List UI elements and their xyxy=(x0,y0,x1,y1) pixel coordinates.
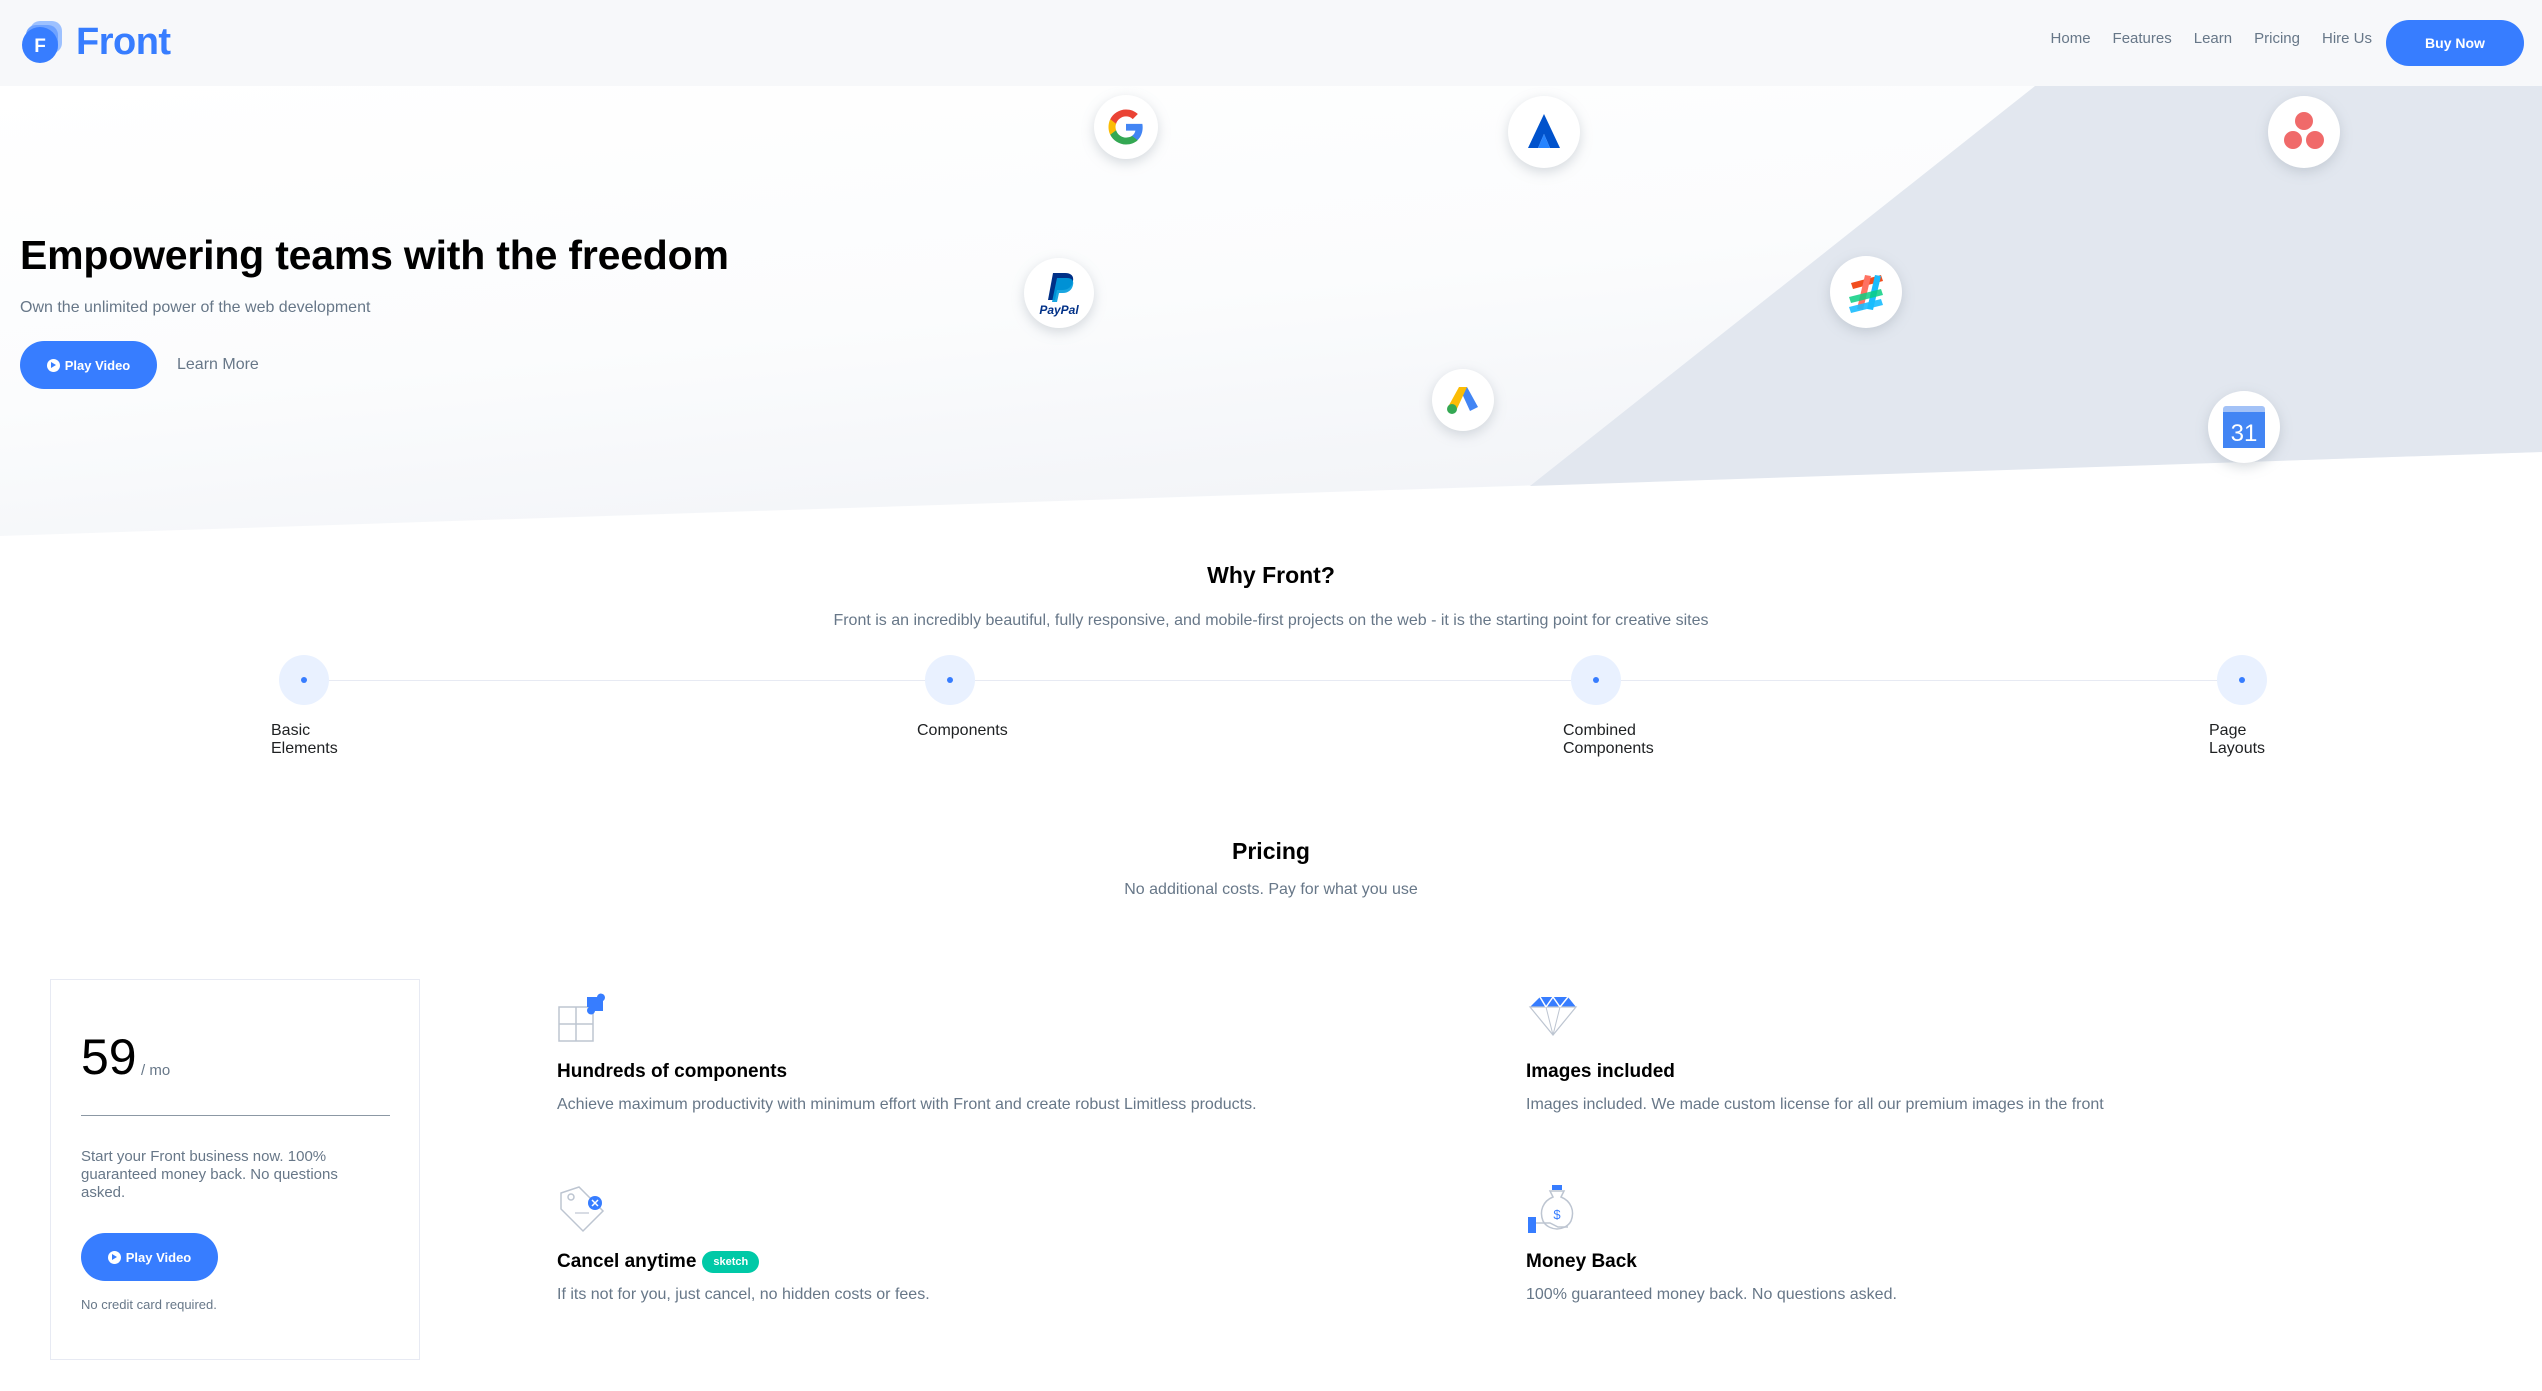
puzzle-icon xyxy=(557,993,613,1049)
svg-text:F: F xyxy=(34,36,46,57)
price-description: Start your Front business now. 100% guar… xyxy=(81,1148,338,1201)
brand-logo[interactable]: F Front xyxy=(20,18,171,66)
step-components[interactable]: Components xyxy=(917,655,1008,739)
hero-section: Empowering teams with the freedom Own th… xyxy=(0,86,2542,536)
why-front-subtitle: Front is an incredibly beautiful, fully … xyxy=(833,612,1709,629)
buy-now-button[interactable]: Buy Now xyxy=(2386,20,2524,66)
price-period: / mo xyxy=(141,1062,171,1079)
step-label: Components xyxy=(917,722,1008,739)
feature-description: 100% guaranteed money back. No questions… xyxy=(1526,1286,1897,1303)
step-dot-icon xyxy=(279,655,329,705)
site-header: F Front Home Features Learn Pricing Hire… xyxy=(0,0,2542,86)
pricing-play-video-button[interactable]: Play Video xyxy=(81,1233,218,1281)
google-calendar-icon: 31 xyxy=(2208,391,2280,463)
feature-cancel-anytime: Cancel anytime sketch If its not for you… xyxy=(557,1183,930,1304)
money-bag-icon: $ xyxy=(1526,1183,1582,1239)
feature-money-back: $ Money Back 100% guaranteed money back.… xyxy=(1526,1183,1897,1304)
feature-components: Hundreds of components Achieve maximum p… xyxy=(557,993,1257,1114)
hero-background xyxy=(0,86,2542,536)
feature-title: Money Back xyxy=(1526,1251,1637,1272)
pricing-play-label: Play Video xyxy=(125,1249,192,1265)
step-combined-components[interactable]: Combined Components xyxy=(1563,655,1654,757)
steps-connector xyxy=(303,680,2241,681)
price-divider xyxy=(81,1115,390,1116)
step-basic-elements[interactable]: Basic Elements xyxy=(271,655,338,757)
step-label: Basic Elements xyxy=(271,722,338,757)
feature-title: Cancel anytime sketch xyxy=(557,1251,930,1273)
atlassian-icon xyxy=(1508,96,1580,168)
paypal-icon: PayPal xyxy=(1024,258,1094,328)
step-dot-icon xyxy=(1571,655,1621,705)
diamond-icon xyxy=(1526,993,1582,1049)
pricing-subtitle: No additional costs. Pay for what you us… xyxy=(1124,881,1418,898)
feature-title-text: Cancel anytime xyxy=(557,1251,697,1272)
step-dot-icon xyxy=(2217,655,2267,705)
pricing-title: Pricing xyxy=(1232,838,1310,864)
brand-name: Front xyxy=(76,20,171,63)
pricing-card: 59 / mo Start your Front business now. 1… xyxy=(50,979,420,1360)
feature-description: Achieve maximum productivity with minimu… xyxy=(557,1096,1257,1113)
nav-home[interactable]: Home xyxy=(2051,30,2091,47)
price-tag-icon xyxy=(557,1183,613,1239)
hero-subtitle: Own the unlimited power of the web devel… xyxy=(20,299,371,316)
hero-play-label: Play Video xyxy=(64,357,131,373)
main-nav: Home Features Learn Pricing Hire Us xyxy=(2029,30,2372,47)
nav-features[interactable]: Features xyxy=(2113,30,2172,47)
why-front-title: Why Front? xyxy=(1207,562,1335,588)
hero-title: Empowering teams with the freedom xyxy=(20,232,729,278)
zeplin-icon xyxy=(1830,256,1902,328)
step-dot-icon xyxy=(925,655,975,705)
svg-text:31: 31 xyxy=(2231,420,2258,447)
play-icon xyxy=(46,358,60,372)
step-page-layouts[interactable]: Page Layouts xyxy=(2209,655,2267,757)
price-amount: 59 xyxy=(81,1029,137,1085)
svg-text:$: $ xyxy=(1553,1207,1561,1222)
step-label: Combined Components xyxy=(1563,722,1654,757)
google-icon xyxy=(1094,95,1158,159)
no-credit-card-note: No credit card required. xyxy=(81,1297,217,1312)
nav-pricing[interactable]: Pricing xyxy=(2254,30,2300,47)
play-icon xyxy=(107,1250,121,1264)
feature-title: Hundreds of components xyxy=(557,1061,788,1082)
sketch-badge: sketch xyxy=(702,1251,760,1273)
google-ads-icon xyxy=(1432,369,1494,431)
hero-play-video-button[interactable]: Play Video xyxy=(20,341,157,389)
front-logo-icon: F xyxy=(20,19,66,65)
asana-icon xyxy=(2268,96,2340,168)
svg-text:PayPal: PayPal xyxy=(1039,303,1079,317)
step-label: Page Layouts xyxy=(2209,722,2266,757)
nav-learn[interactable]: Learn xyxy=(2194,30,2232,47)
feature-title: Images included xyxy=(1526,1061,1675,1082)
nav-hire-us[interactable]: Hire Us xyxy=(2322,30,2372,47)
learn-more-link[interactable]: Learn More xyxy=(177,356,259,374)
feature-description: If its not for you, just cancel, no hidd… xyxy=(557,1286,930,1303)
feature-images: Images included Images included. We made… xyxy=(1526,993,2104,1114)
feature-description: Images included. We made custom license … xyxy=(1526,1096,2104,1113)
